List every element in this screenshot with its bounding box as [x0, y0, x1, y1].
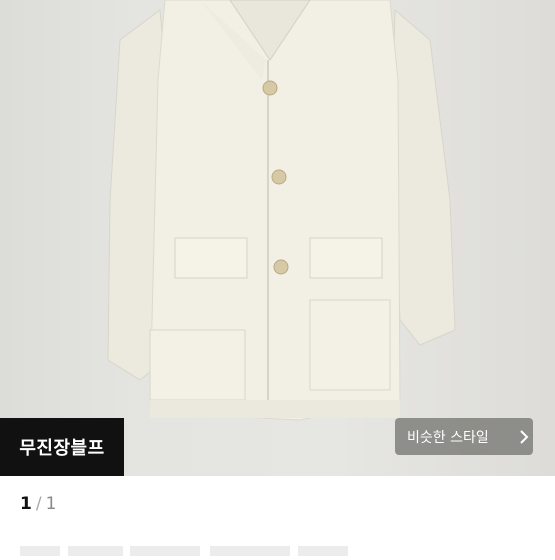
total-pages: 1: [45, 494, 57, 514]
image-pagination: 1/1: [20, 494, 56, 514]
similar-style-button[interactable]: 비슷한 스타일: [395, 418, 533, 455]
page-separator: /: [35, 494, 42, 514]
promo-badge: 무진장블프: [0, 418, 124, 476]
current-page: 1: [20, 494, 32, 514]
product-image[interactable]: 무진장블프 비슷한 스타일: [0, 0, 555, 476]
similar-style-label: 비슷한 스타일: [407, 429, 489, 446]
coat-illustration: [107, 0, 456, 421]
product-title-partial: [20, 544, 350, 560]
